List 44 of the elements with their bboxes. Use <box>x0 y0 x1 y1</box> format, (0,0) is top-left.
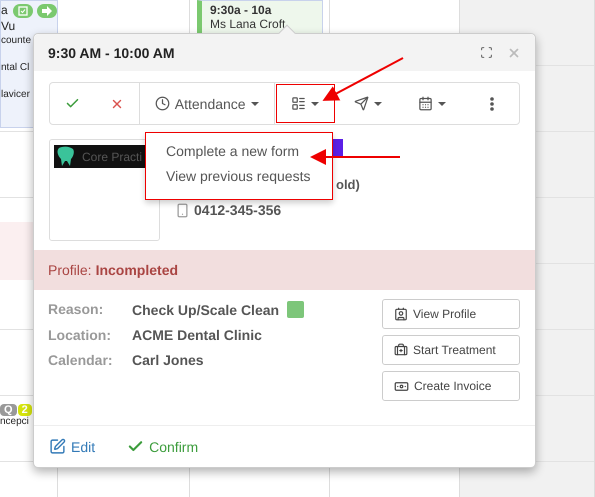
invoice-button[interactable]: Create Invoice <box>382 371 520 401</box>
detail-value: ACME Dental Clinic <box>132 327 262 343</box>
expand-icon[interactable] <box>480 46 493 59</box>
detail-label: Location: <box>48 327 112 343</box>
treatment-button[interactable]: Start Treatment <box>382 335 520 365</box>
more-icon <box>490 96 494 110</box>
calendar-icon <box>418 96 434 111</box>
detail-value: Carl Jones <box>132 352 204 368</box>
caret-icon <box>438 102 446 106</box>
patient-age: old) <box>336 177 360 192</box>
clock-icon <box>154 96 170 111</box>
caret-icon <box>311 102 320 106</box>
paper-plane-icon <box>354 96 370 111</box>
edit-icon <box>49 438 66 455</box>
profile-button[interactable]: View Profile <box>382 299 520 329</box>
id-card-icon <box>394 307 408 321</box>
badge: 2 <box>18 404 32 416</box>
medical-bag-icon <box>394 343 408 357</box>
appointment-time: 9:30a - 10a <box>210 3 272 17</box>
phone-number: 0412-345-356 <box>194 202 282 218</box>
detail-label: Calendar: <box>48 352 114 368</box>
menu-item[interactable]: View previous requests <box>166 168 332 184</box>
phone-icon <box>175 202 190 218</box>
caret-icon <box>250 102 259 106</box>
menu-item[interactable]: Complete a new form <box>166 143 332 159</box>
appointment-text: ntal Cl <box>1 62 30 73</box>
tooth-icon <box>56 146 76 167</box>
list-icon <box>291 96 306 111</box>
attendance-dropdown[interactable]: Attendance <box>140 83 275 124</box>
detail-label: Reason: <box>48 301 104 318</box>
appointment-text: a <box>1 3 8 17</box>
checkbox-icon <box>13 4 33 18</box>
caret-icon <box>374 102 382 106</box>
badge: Q <box>0 404 17 416</box>
appointment-text: counte <box>1 35 32 46</box>
forms-dropdown[interactable] <box>274 83 336 124</box>
detail-value: Check Up/Scale Clean <box>132 302 280 318</box>
appointment-text: ncepci <box>0 416 29 427</box>
profile-label: Profile: <box>48 262 92 278</box>
appointment-text: Vu <box>1 19 16 33</box>
appointment-text: lavicer <box>1 89 30 100</box>
edit-link[interactable]: Edit <box>49 438 96 455</box>
profile-status: Incompleted <box>96 262 178 278</box>
patient-name: Ms Lana Croft <box>210 17 286 31</box>
